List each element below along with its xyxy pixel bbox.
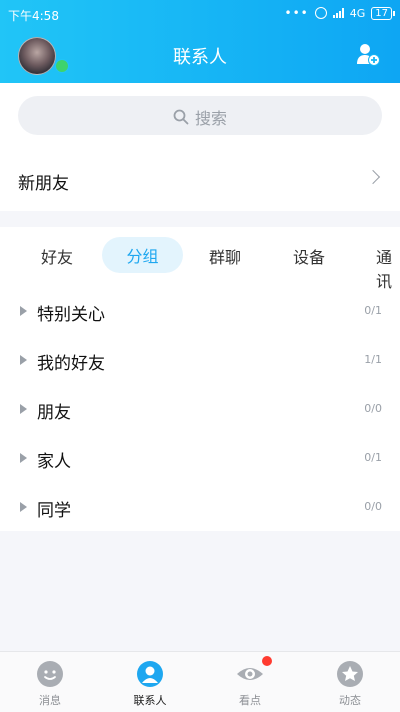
signal-icon: [332, 8, 344, 18]
alarm-icon: [314, 7, 327, 19]
group-row-family[interactable]: 家人 0/1: [0, 434, 400, 483]
status-indicators: ••• 4G 17: [284, 6, 395, 20]
nav-contacts[interactable]: 联系人: [100, 652, 200, 712]
status-bar: 下午4:58 ••• 4G 17: [0, 0, 400, 28]
group-row-my-friends[interactable]: 我的好友 1/1: [0, 336, 400, 385]
contacts-icon: [137, 661, 163, 687]
search-placeholder: 搜索: [194, 109, 227, 128]
expand-arrow-icon: [20, 306, 27, 316]
add-contact-icon[interactable]: [356, 42, 380, 66]
expand-arrow-icon: [20, 453, 27, 463]
feed-icon: [337, 661, 363, 687]
bottom-nav: 消息 联系人 看点 动态: [0, 651, 400, 712]
contacts-panel: 好友 分组 群聊 设备 通讯 特别关心 0/1 我的好友 1/1 朋友 0/0 …: [0, 227, 400, 531]
group-name: 同学: [37, 501, 71, 521]
group-row-special[interactable]: 特别关心 0/1: [0, 287, 400, 336]
tab-friends[interactable]: 好友: [41, 244, 73, 268]
expand-arrow-icon: [20, 502, 27, 512]
network-type: 4G: [349, 6, 366, 20]
group-row-classmates[interactable]: 同学 0/0: [0, 483, 400, 532]
chevron-right-icon: [365, 169, 381, 185]
expand-arrow-icon: [20, 355, 27, 365]
battery-level: 17: [375, 7, 388, 19]
more-dots-icon: •••: [284, 6, 309, 20]
expand-arrow-icon: [20, 404, 27, 414]
new-friends-row[interactable]: 新朋友: [0, 147, 400, 211]
search-icon: [173, 109, 189, 125]
search-input[interactable]: 搜索: [18, 96, 382, 135]
page-title: 联系人: [173, 47, 227, 68]
tab-bar: 好友 分组 群聊 设备 通讯: [0, 237, 400, 291]
group-count: 0/0: [364, 402, 382, 415]
watch-icon: [237, 668, 263, 680]
tab-groups[interactable]: 分组: [102, 237, 183, 273]
notification-badge: [262, 656, 272, 666]
group-count: 1/1: [364, 353, 382, 366]
nav-label: 动态: [339, 694, 361, 707]
nav-feed[interactable]: 动态: [300, 652, 400, 712]
nav-messages[interactable]: 消息: [0, 652, 100, 712]
search-section: 搜索: [0, 83, 400, 147]
nav-label: 看点: [239, 694, 261, 707]
status-time: 下午4:58: [8, 9, 59, 23]
message-icon: [37, 661, 63, 687]
group-row-friends[interactable]: 朋友 0/0: [0, 385, 400, 434]
nav-watch[interactable]: 看点: [200, 652, 300, 712]
tab-group-chats[interactable]: 群聊: [209, 244, 241, 268]
group-name: 朋友: [37, 403, 71, 423]
tab-address-book[interactable]: 通讯: [376, 244, 400, 292]
group-count: 0/1: [364, 451, 382, 464]
group-name: 特别关心: [37, 305, 105, 325]
group-name: 家人: [37, 452, 71, 472]
group-count: 0/1: [364, 304, 382, 317]
new-friends-label: 新朋友: [18, 174, 69, 194]
nav-label: 消息: [39, 694, 61, 707]
nav-label: 联系人: [133, 694, 167, 707]
group-name: 我的好友: [37, 354, 105, 374]
battery-icon: 17: [371, 6, 395, 20]
group-count: 0/0: [364, 500, 382, 513]
tab-devices[interactable]: 设备: [293, 244, 325, 268]
header: 下午4:58 ••• 4G 17 联系人: [0, 0, 400, 83]
